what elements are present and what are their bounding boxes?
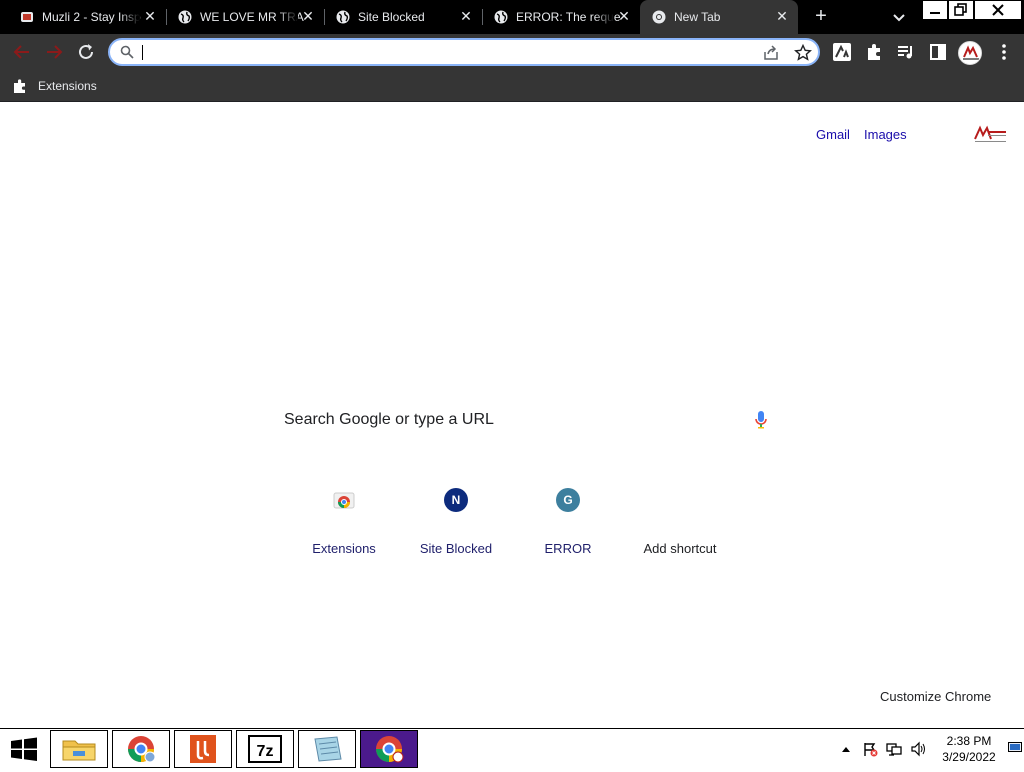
new-tab-page: Gmail Images Search Google or type a URL… bbox=[0, 103, 1024, 728]
customize-chrome-button[interactable]: Customize Chrome bbox=[880, 689, 991, 704]
shortcut-letter-icon: G bbox=[556, 488, 580, 512]
shortcut-site-blocked[interactable]: N Site Blocked bbox=[400, 473, 512, 573]
taskbar-pdf-app[interactable] bbox=[174, 730, 232, 768]
forward-icon[interactable] bbox=[42, 40, 66, 64]
tab-we-love[interactable]: WE LOVE MR TRA ✕ bbox=[166, 0, 325, 34]
taskbar-7zip[interactable]: 7z bbox=[236, 730, 294, 768]
tab-new-tab[interactable]: New Tab ✕ bbox=[640, 0, 798, 34]
tab-muzli[interactable]: Muzli 2 - Stay Insp ✕ bbox=[8, 0, 167, 34]
tray-overflow-icon[interactable] bbox=[838, 741, 854, 757]
action-center-flag-icon[interactable] bbox=[862, 741, 878, 757]
pdf-app-icon bbox=[190, 735, 216, 763]
globe-icon bbox=[178, 10, 192, 24]
clock-date: 3/29/2022 bbox=[942, 750, 996, 764]
minimize-button[interactable] bbox=[922, 0, 948, 20]
close-icon bbox=[992, 4, 1004, 16]
close-tab-icon[interactable]: ✕ bbox=[616, 8, 632, 24]
tab-error[interactable]: ERROR: The reque ✕ bbox=[482, 0, 640, 34]
shortcut-extensions[interactable]: Extensions bbox=[288, 473, 400, 573]
network-icon[interactable] bbox=[886, 741, 902, 757]
volume-icon[interactable] bbox=[910, 741, 926, 757]
share-icon[interactable] bbox=[762, 44, 780, 62]
back-icon[interactable] bbox=[10, 40, 34, 64]
shortcut-label: ERROR bbox=[544, 541, 592, 556]
notifications-icon[interactable] bbox=[1008, 742, 1022, 754]
account-logo-icon[interactable] bbox=[972, 125, 1008, 145]
bookmark-label: Extensions bbox=[38, 79, 97, 93]
new-tab-button[interactable]: + bbox=[808, 5, 834, 29]
bookmark-star-icon[interactable] bbox=[794, 44, 812, 62]
shortcut-label: Extensions bbox=[312, 541, 376, 556]
address-bar[interactable] bbox=[108, 38, 820, 66]
muzli-icon bbox=[21, 12, 33, 22]
chrome-web-store-icon bbox=[333, 492, 355, 509]
tab-strip: Muzli 2 - Stay Insp ✕ WE LOVE MR TRA ✕ S… bbox=[0, 0, 1024, 34]
taskbar-notepad[interactable] bbox=[298, 730, 356, 768]
minimize-icon bbox=[930, 12, 940, 14]
browser-toolbar bbox=[0, 34, 1024, 70]
taskbar-chrome-active[interactable] bbox=[360, 730, 418, 768]
side-panel-icon[interactable] bbox=[928, 42, 948, 62]
windows-taskbar: 7z 2:38 PM 3/29/2022 bbox=[0, 728, 1024, 768]
file-explorer-icon bbox=[62, 740, 96, 761]
clock-time: 2:38 PM bbox=[946, 734, 992, 748]
tab-search-chevron-icon[interactable] bbox=[888, 6, 910, 28]
restore-icon bbox=[954, 3, 967, 16]
add-shortcut-button[interactable]: Add shortcut bbox=[624, 473, 736, 573]
extensions-puzzle-icon[interactable] bbox=[864, 42, 884, 62]
bookmark-extensions[interactable]: Extensions bbox=[12, 76, 97, 96]
taskbar-clock[interactable]: 2:38 PM 3/29/2022 bbox=[932, 733, 1006, 765]
taskbar-file-explorer[interactable] bbox=[50, 730, 108, 768]
close-window-button[interactable] bbox=[974, 0, 1022, 20]
globe-icon bbox=[336, 10, 350, 24]
7zip-icon: 7z bbox=[248, 735, 282, 763]
windows-start-icon[interactable] bbox=[0, 729, 48, 769]
shortcut-label: Add shortcut bbox=[643, 541, 717, 556]
shortcut-error[interactable]: G ERROR bbox=[512, 473, 624, 573]
shortcut-letter-icon: N bbox=[444, 488, 468, 512]
notepad-icon bbox=[314, 736, 342, 762]
bookmarks-bar: Extensions bbox=[0, 70, 1024, 102]
close-tab-icon[interactable]: ✕ bbox=[458, 8, 474, 24]
search-icon bbox=[120, 45, 134, 59]
gmail-link[interactable]: Gmail bbox=[816, 127, 850, 142]
restore-button[interactable] bbox=[948, 0, 974, 20]
tab-title: Site Blocked bbox=[358, 10, 425, 24]
close-tab-icon[interactable]: ✕ bbox=[774, 8, 790, 24]
microphone-icon[interactable] bbox=[754, 410, 768, 430]
more-menu-icon[interactable] bbox=[994, 42, 1014, 62]
puzzle-icon bbox=[14, 79, 25, 93]
chrome-user-icon bbox=[128, 736, 156, 763]
profile-avatar[interactable] bbox=[958, 41, 982, 65]
taskbar-chrome-user[interactable] bbox=[112, 730, 170, 768]
chrome-icon bbox=[652, 10, 666, 24]
close-tab-icon[interactable]: ✕ bbox=[300, 8, 316, 24]
search-placeholder: Search Google or type a URL bbox=[284, 411, 494, 428]
tab-site-blocked[interactable]: Site Blocked ✕ bbox=[324, 0, 483, 34]
globe-icon bbox=[494, 10, 508, 24]
svg-text:7z: 7z bbox=[257, 743, 274, 760]
media-playlist-icon[interactable] bbox=[896, 42, 916, 62]
chrome-icon bbox=[376, 736, 404, 763]
profile-logo-icon bbox=[960, 43, 981, 64]
close-tab-icon[interactable]: ✕ bbox=[142, 8, 158, 24]
extension-a-icon[interactable] bbox=[832, 42, 852, 62]
shortcut-label: Site Blocked bbox=[419, 541, 493, 556]
images-link[interactable]: Images bbox=[864, 127, 907, 142]
search-box[interactable]: Search Google or type a URL bbox=[268, 398, 780, 442]
reload-icon[interactable] bbox=[74, 40, 98, 64]
tab-title: New Tab bbox=[674, 10, 721, 24]
